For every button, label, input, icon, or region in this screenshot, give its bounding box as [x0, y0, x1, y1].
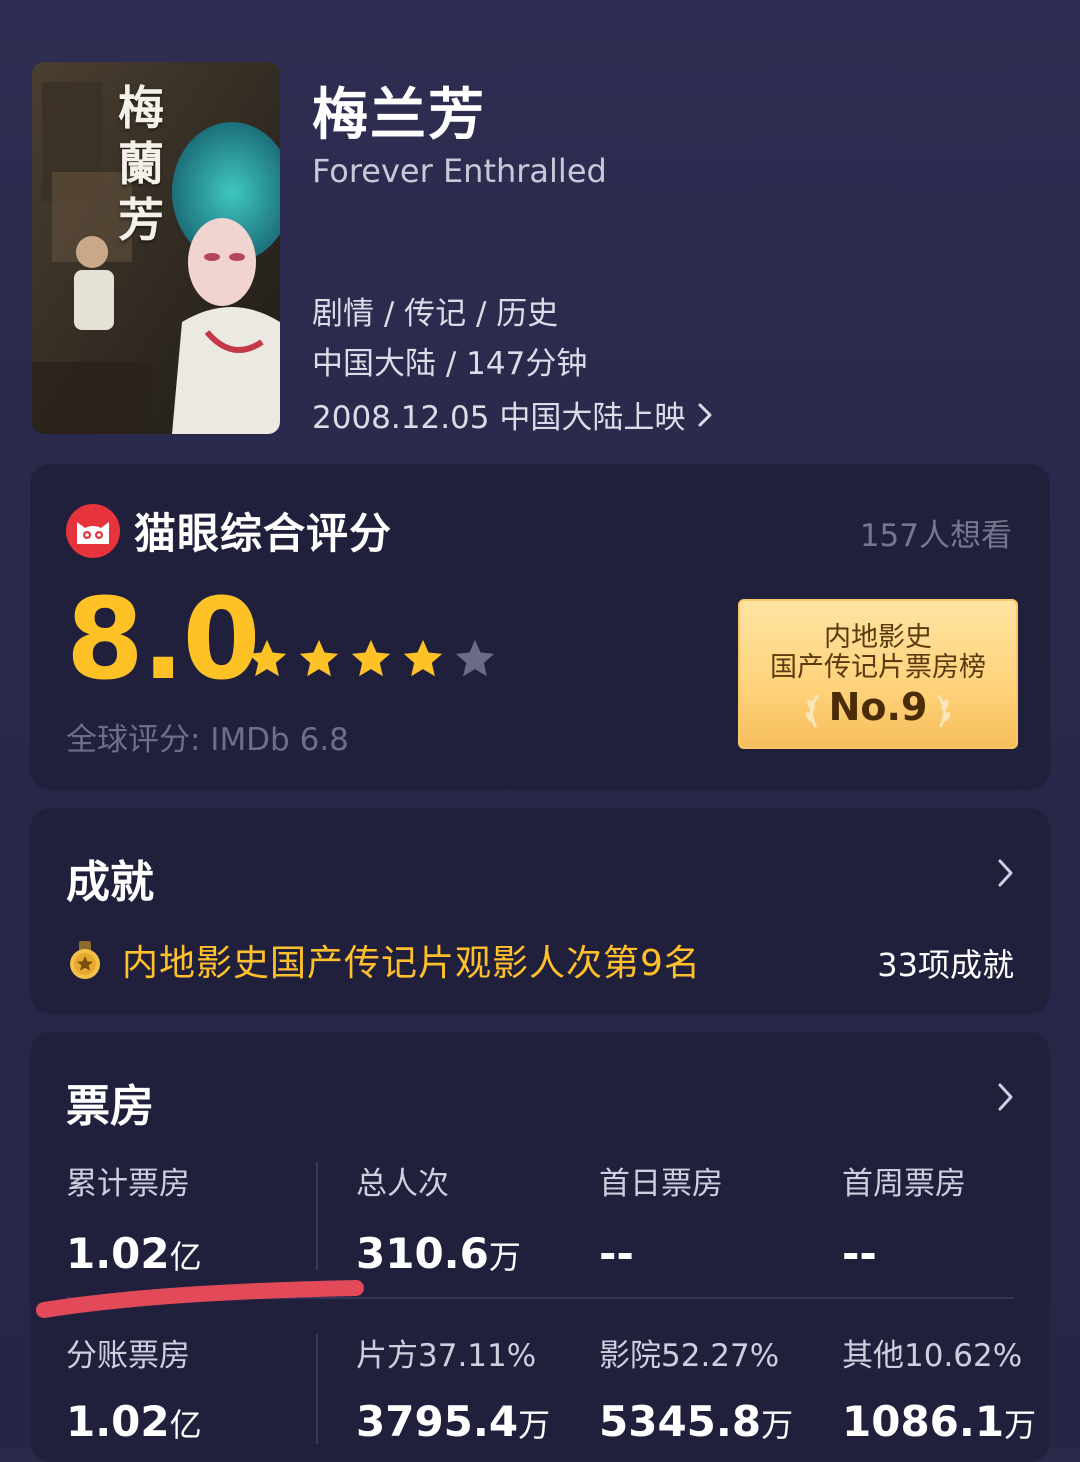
rank-badge-line2: 国产传记片票房榜 — [770, 652, 986, 683]
box-stat-value: -- — [842, 1229, 877, 1278]
poster-calligraphy: 梅蘭芳 — [118, 81, 164, 247]
box-stat-admissions: 总人次 310.6万 — [356, 1158, 521, 1278]
imdb-rating: 全球评分: IMDb 6.8 — [66, 722, 349, 758]
movie-genre: 剧情 / 传记 / 历史 — [312, 296, 559, 332]
rating-score: 8.0 — [66, 575, 260, 705]
star-filled-icon — [247, 639, 287, 677]
movie-english-title: Forever Enthralled — [312, 152, 607, 190]
box-stat-first-day: 首日票房 -- — [599, 1158, 723, 1278]
box-stat-label: 其他10.62% — [842, 1338, 1023, 1374]
star-empty-icon — [455, 639, 495, 677]
want-to-watch-count: 157人想看 — [859, 518, 1012, 554]
column-divider — [316, 1334, 318, 1444]
movie-poster[interactable]: 梅蘭芳 — [32, 62, 280, 434]
rank-number: No.9 — [828, 685, 928, 729]
box-stat-value: 1086.1万 — [842, 1397, 1037, 1446]
box-stat-value: 1.02亿 — [66, 1229, 202, 1278]
achievement-count[interactable]: 33项成就 — [877, 940, 1014, 986]
box-stat-first-week: 首周票房 -- — [842, 1158, 966, 1278]
release-info-link[interactable]: 2008.12.05 中国大陆上映 — [312, 392, 715, 437]
box-office-rank-badge[interactable]: 内地影史 国产传记片票房榜 No.9 — [738, 599, 1018, 749]
medal-icon — [70, 941, 100, 979]
rating-card[interactable]: 猫眼综合评分 157人想看 8.0 全球评分: IMDb 6.8 内地影史 国产… — [30, 464, 1050, 790]
release-date: 2008.12.05 中国大陆上映 — [312, 400, 686, 436]
column-divider — [316, 1162, 318, 1270]
box-stat-total: 累计票房 1.02亿 — [66, 1158, 202, 1278]
box-stat-producer: 片方37.11% 3795.4万 — [356, 1330, 550, 1446]
box-office-title: 票房 — [66, 1081, 154, 1132]
star-filled-icon — [351, 639, 391, 677]
box-stat-other: 其他10.62% 1086.1万 — [842, 1330, 1036, 1446]
box-stat-label: 总人次 — [356, 1166, 449, 1202]
box-stat-value: 5345.8万 — [599, 1397, 794, 1446]
rating-title: 猫眼综合评分 — [134, 509, 393, 558]
movie-region-duration: 中国大陆 / 147分钟 — [312, 346, 588, 382]
box-stat-value: 1.02亿 — [66, 1397, 202, 1446]
box-stat-value: 3795.4万 — [356, 1397, 551, 1446]
box-stat-cinema: 影院52.27% 5345.8万 — [599, 1330, 793, 1446]
star-filled-icon — [299, 639, 339, 677]
rating-header: 猫眼综合评分 — [66, 500, 392, 561]
achievements-card[interactable]: 成就 内地影史国产传记片观影人次第9名 33项成就 — [30, 808, 1050, 1014]
chevron-right-icon — [698, 403, 712, 426]
maoyan-cat-logo-icon — [66, 503, 120, 558]
laurel-right-icon — [936, 694, 951, 728]
underline-annotation — [36, 1280, 364, 1318]
box-office-card[interactable]: 票房 累计票房 1.02亿 总人次 310.6万 首日票房 -- 首周票房 --… — [30, 1032, 1050, 1462]
box-stat-label: 片方37.11% — [356, 1338, 537, 1374]
star-filled-icon — [403, 639, 443, 677]
box-stat-value: -- — [599, 1229, 634, 1278]
star-rating — [244, 636, 498, 682]
box-stat-label: 分账票房 — [66, 1338, 190, 1374]
chevron-right-icon[interactable] — [994, 1080, 1016, 1114]
box-stat-label: 影院52.27% — [599, 1338, 780, 1374]
movie-title: 梅兰芳 — [312, 83, 486, 148]
chevron-right-icon[interactable] — [994, 856, 1016, 890]
achievements-title: 成就 — [66, 857, 154, 908]
box-stat-split: 分账票房 1.02亿 — [66, 1330, 202, 1446]
achievement-text: 内地影史国产传记片观影人次第9名 — [122, 943, 701, 984]
box-stat-value: 310.6万 — [356, 1229, 521, 1278]
box-stat-label: 首日票房 — [599, 1166, 723, 1202]
box-stat-label: 首周票房 — [842, 1166, 966, 1202]
achievement-highlight: 内地影史国产传记片观影人次第9名 — [66, 934, 701, 986]
box-stat-label: 累计票房 — [66, 1166, 190, 1202]
